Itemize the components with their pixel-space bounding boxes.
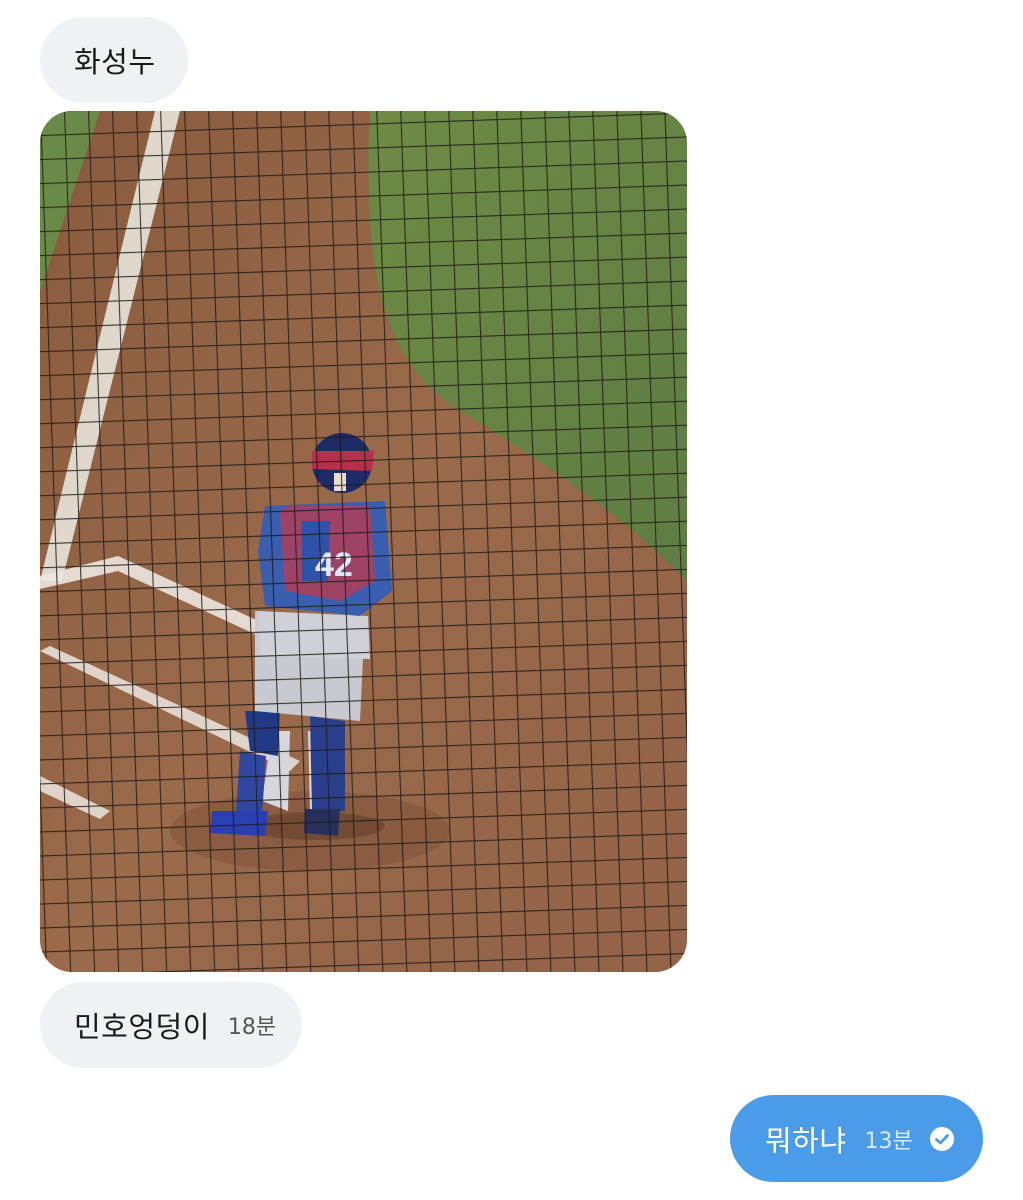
incoming-message[interactable]: 화성누: [40, 17, 188, 103]
message-text: 뭐하냐: [765, 1123, 847, 1158]
message-text: 민호엉덩이: [74, 1010, 210, 1044]
message-timestamp: 13분: [864, 1128, 913, 1154]
outgoing-message[interactable]: 뭐하냐 13분: [730, 1095, 983, 1182]
incoming-message[interactable]: 민호엉덩이 18분: [40, 982, 302, 1068]
check-circle-icon: [929, 1126, 954, 1151]
message-timestamp: 18분: [227, 1015, 277, 1040]
message-thread: 화성누 민호엉덩이 18분 뭐하냐 13분: [0, 0, 1023, 1200]
message-text: 화성누: [74, 45, 156, 79]
baseball-catcher-photo: 42: [40, 111, 687, 972]
photo-message[interactable]: 42: [40, 111, 687, 972]
